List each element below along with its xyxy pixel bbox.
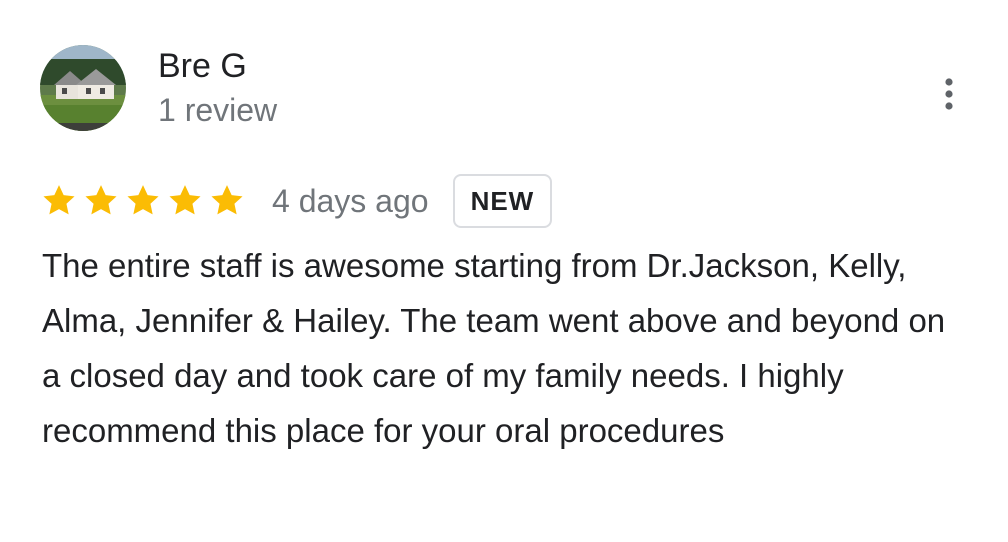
new-badge: NEW [452,174,553,228]
rating-row: 4 days ago NEW [40,172,553,230]
star-rating [40,182,250,220]
author-name[interactable]: Bre G [158,44,277,88]
star-icon [169,185,201,215]
review-header: Bre G 1 review [40,44,277,132]
review-date: 4 days ago [272,182,429,219]
review-card: Bre G 1 review 4 days ago NEW The entire… [0,0,1008,542]
avatar[interactable] [40,45,126,131]
more-vert-icon[interactable] [936,74,962,114]
house-photo-avatar-icon [40,45,126,131]
star-icon [85,185,117,215]
star-icon [211,185,243,215]
author-review-count: 1 review [158,92,278,128]
star-icon [127,185,159,215]
author-info: Bre G 1 review [158,44,277,132]
star-icon [43,185,75,215]
review-text: The entire staff is awesome starting fro… [42,247,946,449]
